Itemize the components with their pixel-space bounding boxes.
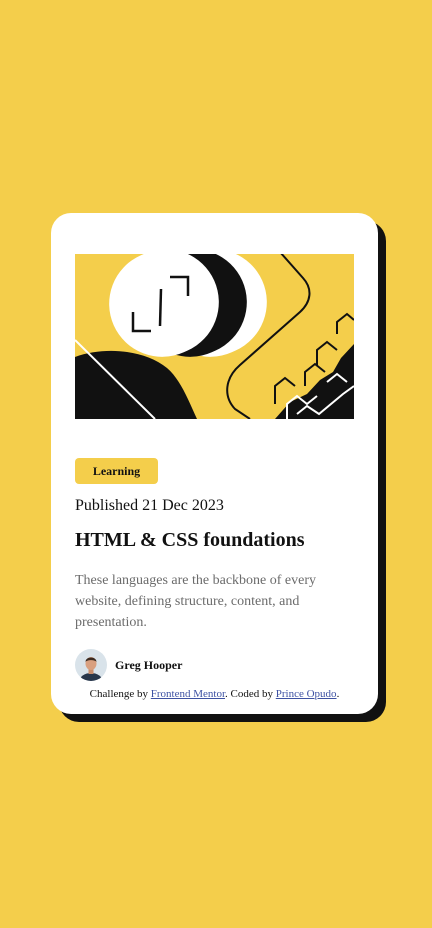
author-name: Greg Hooper — [115, 657, 183, 672]
avatar — [75, 649, 107, 681]
attribution-challenge-prefix: Challenge by — [89, 688, 151, 700]
author: Greg Hooper — [75, 649, 182, 681]
illustration-graphic — [75, 254, 354, 419]
frontend-mentor-link[interactable]: Frontend Mentor — [151, 688, 225, 700]
card-title[interactable]: HTML & CSS foundations — [75, 529, 305, 552]
avatar-image — [75, 649, 107, 681]
card-description: These languages are the backbone of ever… — [75, 573, 316, 630]
category-badge: Learning — [75, 458, 158, 484]
attribution-coded-prefix: . Coded by — [225, 688, 276, 700]
attribution: Challenge by Frontend Mentor. Coded by P… — [51, 688, 378, 700]
blog-preview-card: Learning Published 21 Dec 2023 HTML & CS… — [51, 213, 378, 714]
published-date: Published 21 Dec 2023 — [75, 497, 224, 514]
hero-illustration — [75, 254, 354, 419]
attribution-suffix: . — [336, 688, 340, 700]
author-link[interactable]: Prince Opudo — [276, 688, 337, 700]
